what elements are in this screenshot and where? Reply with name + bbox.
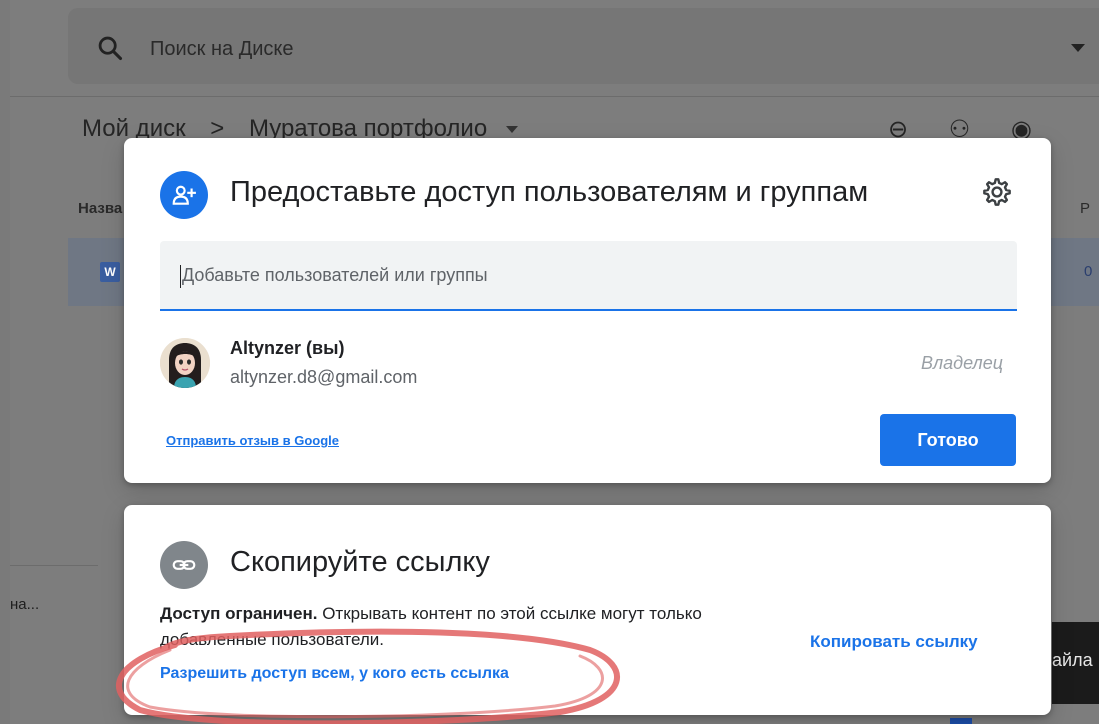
user-role: Владелец [921,353,1003,373]
avatar [160,338,210,388]
add-people-input[interactable] [160,241,1017,309]
share-dialog: Предоставьте доступ пользователям и груп… [124,138,1051,483]
text-cursor [180,265,181,288]
copy-link-dialog-title: Скопируйте ссылку [230,546,490,578]
snackbar-text: айла [1052,650,1093,670]
access-status: Доступ ограничен. [160,604,318,623]
left-nav-strip [0,0,10,724]
done-button[interactable]: Готово [880,414,1016,466]
search-icon [98,36,123,61]
copy-link-button[interactable]: Копировать ссылку [810,632,978,652]
copy-link-dialog: Скопируйте ссылку Доступ ограничен. Откр… [124,505,1051,715]
user-email: altynzer.d8@gmail.com [230,367,418,387]
checkbox-icon[interactable] [950,718,972,724]
header-divider [10,96,1099,97]
column-header-right[interactable]: Р [1080,200,1090,217]
access-description: Доступ ограничен. Открывать контент по э… [160,601,780,653]
gear-icon[interactable] [981,176,1013,208]
search-options-caret-icon[interactable] [1071,44,1085,52]
person-add-icon [160,171,208,219]
side-storage-text: на... [10,596,40,613]
share-dialog-title: Предоставьте доступ пользователям и груп… [230,176,869,208]
side-divider [10,565,98,566]
allow-anyone-with-link[interactable]: Разрешить доступ всем, у кого есть ссылк… [160,665,509,683]
word-file-icon: W [100,262,120,282]
link-icon [160,541,208,589]
row-cell-right: 0 [1084,263,1093,280]
send-feedback-link[interactable]: Отправить отзыв в Google [166,433,339,448]
add-people-field[interactable] [160,241,1017,311]
search-placeholder[interactable]: Поиск на Диске [150,38,294,61]
column-header-name[interactable]: Назва [78,200,122,217]
user-name: Altynzer (вы) [230,338,345,358]
chevron-down-icon[interactable] [505,126,518,134]
